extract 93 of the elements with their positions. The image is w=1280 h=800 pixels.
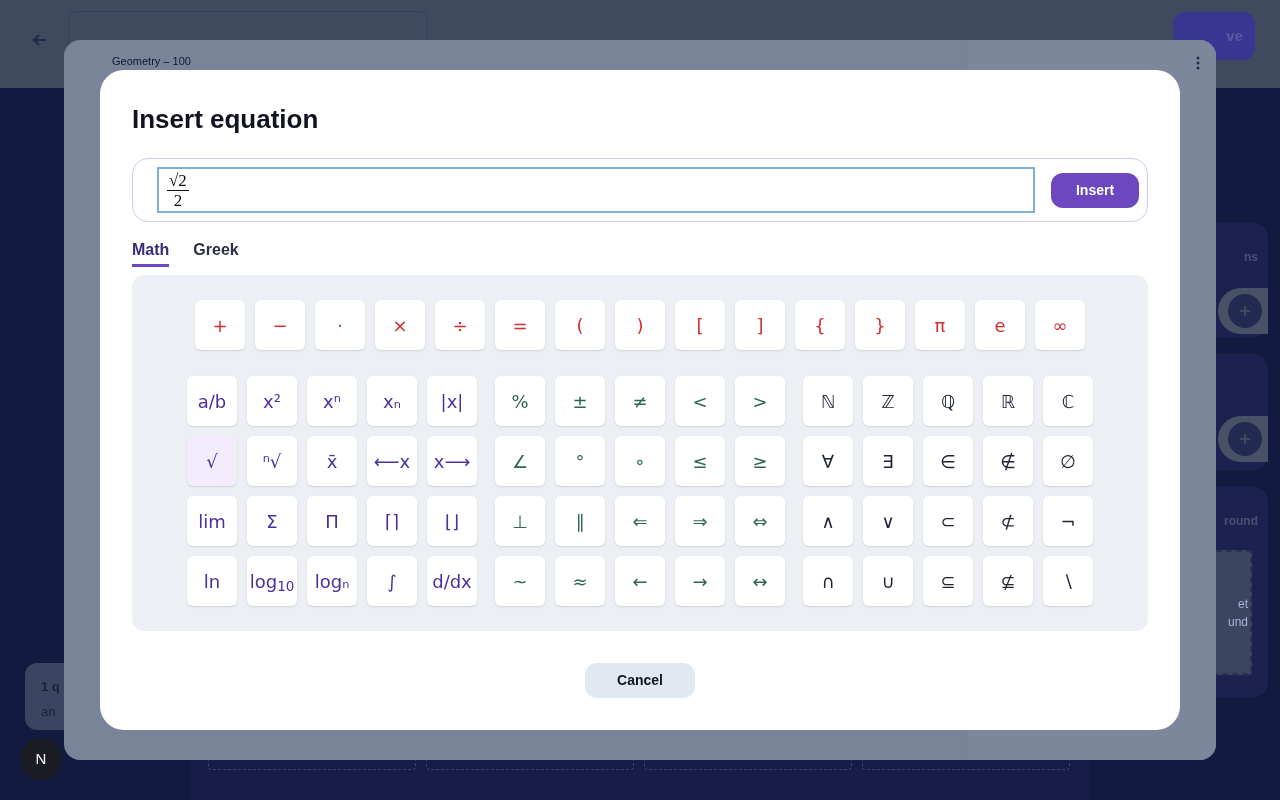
keypad-key[interactable]: ln <box>187 556 237 606</box>
keypad-key[interactable]: ⁿ√ <box>247 436 297 486</box>
keypad-key[interactable]: ] <box>735 300 785 350</box>
keypad-key[interactable]: x² <box>247 376 297 426</box>
keypad-key[interactable]: Π <box>307 496 357 546</box>
keypad-key[interactable]: } <box>855 300 905 350</box>
keypad-key[interactable]: ∫ <box>367 556 417 606</box>
keypad-key[interactable]: ⇒ <box>675 496 725 546</box>
keypad-key[interactable]: ≠ <box>615 376 665 426</box>
keypad-key[interactable]: > <box>735 376 785 426</box>
keypad-key[interactable]: ∃ <box>863 436 913 486</box>
keypad-key[interactable]: ℝ <box>983 376 1033 426</box>
keypad-key[interactable]: logₙ <box>307 556 357 606</box>
keypad-key[interactable]: ∈ <box>923 436 973 486</box>
keypad-key[interactable]: xⁿ <box>307 376 357 426</box>
keypad-key[interactable]: ≈ <box>555 556 605 606</box>
keypad-key[interactable]: ° <box>555 436 605 486</box>
keypad-key[interactable]: ← <box>615 556 665 606</box>
keypad-key[interactable]: log$_{10}$ <box>247 556 297 606</box>
keypad-key[interactable]: ⊈ <box>983 556 1033 606</box>
keypad-key[interactable]: ∘ <box>615 436 665 486</box>
keypad-key[interactable]: ∅ <box>1043 436 1093 486</box>
fraction-numerator: √2 <box>167 170 189 191</box>
cancel-button[interactable]: Cancel <box>585 663 695 698</box>
keypad-key[interactable]: e <box>975 300 1025 350</box>
keypad-key[interactable]: + <box>195 300 245 350</box>
keypad-key[interactable]: ∧ <box>803 496 853 546</box>
keypad-key[interactable]: ± <box>555 376 605 426</box>
keypad-key[interactable]: = <box>495 300 545 350</box>
keypad-key[interactable]: π <box>915 300 965 350</box>
keypad-key[interactable]: ∀ <box>803 436 853 486</box>
keypad-key[interactable]: ℕ <box>803 376 853 426</box>
keypad-key[interactable]: ⊥ <box>495 496 545 546</box>
keypad-key[interactable]: |x| <box>427 376 477 426</box>
keypad-key[interactable]: ( <box>555 300 605 350</box>
keypad-key[interactable]: ∠ <box>495 436 545 486</box>
tab[interactable]: Math <box>132 236 170 267</box>
keypad-key[interactable]: ℚ <box>923 376 973 426</box>
keypad-key[interactable]: ⊂ <box>923 496 973 546</box>
keypad-key[interactable]: × <box>375 300 425 350</box>
insert-button[interactable]: Insert <box>1051 172 1139 208</box>
keypad-key[interactable]: ¬ <box>1043 496 1093 546</box>
keypad-key[interactable]: ⌈⌉ <box>367 496 417 546</box>
keypad-key[interactable]: ∞ <box>1035 300 1085 350</box>
keypad-key[interactable]: % <box>495 376 545 426</box>
plus-icon <box>1240 434 1250 444</box>
keypad-key[interactable]: ∉ <box>983 436 1033 486</box>
keypad-key[interactable]: ∖ <box>1043 556 1093 606</box>
keypad-key[interactable]: ÷ <box>435 300 485 350</box>
keypad-key[interactable]: [ <box>675 300 725 350</box>
dropzone-text: und <box>1227 613 1248 631</box>
more-icon[interactable] <box>1196 56 1200 70</box>
keypad-key[interactable]: ) <box>615 300 665 350</box>
keypad-key[interactable]: ⟵x <box>367 436 417 486</box>
add-button[interactable] <box>1228 422 1262 456</box>
keypad-key[interactable]: ∨ <box>863 496 913 546</box>
keypad-key[interactable]: ⊆ <box>923 556 973 606</box>
keypad-key[interactable]: a/b <box>187 376 237 426</box>
keypad-key[interactable]: { <box>795 300 845 350</box>
back-arrow-icon[interactable] <box>32 32 48 48</box>
keypad-key[interactable]: ℤ <box>863 376 913 426</box>
keypad-key[interactable]: ≤ <box>675 436 725 486</box>
dialog-title: Insert equation <box>132 103 320 136</box>
keypad-key[interactable]: · <box>315 300 365 350</box>
keypad-key[interactable]: ∪ <box>863 556 913 606</box>
keypad-key[interactable]: d/dx <box>427 556 477 606</box>
keypad-key[interactable]: ⇐ <box>615 496 665 546</box>
equation-input[interactable]: √2 2 <box>157 167 1035 213</box>
keypad-key[interactable]: < <box>675 376 725 426</box>
keypad-key[interactable]: x⟶ <box>427 436 477 486</box>
keypad-key[interactable]: ⇔ <box>735 496 785 546</box>
keypad-key[interactable]: lim <box>187 496 237 546</box>
keypad-key[interactable]: ℂ <box>1043 376 1093 426</box>
keypad-key[interactable]: ⌊⌋ <box>427 496 477 546</box>
plus-icon <box>1240 306 1250 316</box>
keypad-key[interactable]: Σ <box>247 496 297 546</box>
avatar[interactable]: N <box>20 738 62 780</box>
keypad-key[interactable]: ~ <box>495 556 545 606</box>
question-label: Geometry – 100 <box>112 55 192 67</box>
add-button[interactable] <box>1228 294 1262 328</box>
keypad-key[interactable]: ⊄ <box>983 496 1033 546</box>
keypad-key[interactable]: x̄ <box>307 436 357 486</box>
keypad-key[interactable]: √ <box>187 436 237 486</box>
tab[interactable]: Greek <box>193 236 239 267</box>
keypad-key[interactable]: ∥ <box>555 496 605 546</box>
fraction-denominator: 2 <box>173 190 183 210</box>
keypad-key[interactable]: ≥ <box>735 436 785 486</box>
keypad-key[interactable]: ∩ <box>803 556 853 606</box>
keypad-key[interactable]: ↔ <box>735 556 785 606</box>
keypad-key[interactable]: xₙ <box>367 376 417 426</box>
keypad-key[interactable]: − <box>255 300 305 350</box>
dropzone-text: et <box>1238 595 1248 613</box>
keypad-key[interactable]: → <box>675 556 725 606</box>
